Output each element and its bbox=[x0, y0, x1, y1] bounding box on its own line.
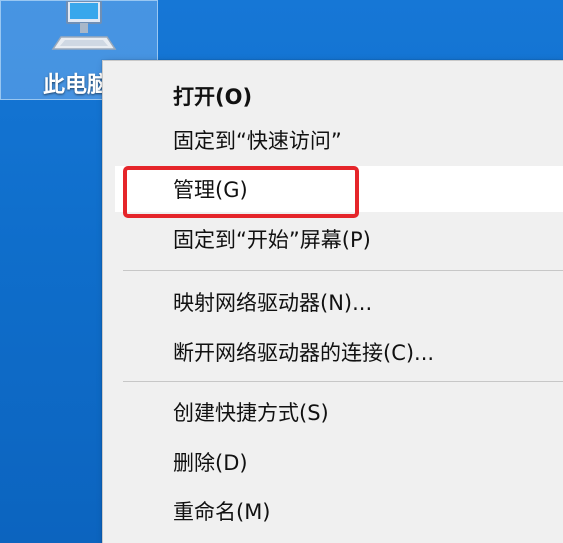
context-menu: 打开(O) 固定到“快速访问” 管理(G) 固定到“开始”屏幕(P) 映射网络驱… bbox=[102, 60, 563, 543]
menu-item-pin-quick-access[interactable]: 固定到“快速访问” bbox=[115, 117, 563, 163]
menu-item-rename[interactable]: 重命名(M) bbox=[115, 488, 563, 534]
this-pc-icon bbox=[51, 1, 117, 50]
menu-item-disconnect-network-drive[interactable]: 断开网络驱动器的连接(C)... bbox=[115, 329, 563, 375]
menu-separator bbox=[123, 270, 563, 271]
menu-item-map-network-drive[interactable]: 映射网络驱动器(N)... bbox=[115, 279, 563, 325]
this-pc-label: 此电脑 bbox=[43, 73, 110, 98]
menu-item-create-shortcut[interactable]: 创建快捷方式(S) bbox=[115, 389, 563, 435]
menu-item-pin-start[interactable]: 固定到“开始”屏幕(P) bbox=[115, 216, 563, 262]
menu-item-open[interactable]: 打开(O) bbox=[115, 73, 563, 119]
menu-item-delete[interactable]: 删除(D) bbox=[115, 439, 563, 485]
menu-item-manage[interactable]: 管理(G) bbox=[115, 166, 563, 212]
menu-separator bbox=[123, 381, 563, 382]
desktop: 此电脑 打开(O) 固定到“快速访问” 管理(G) 固定到“开始”屏幕(P) 映… bbox=[0, 0, 563, 543]
